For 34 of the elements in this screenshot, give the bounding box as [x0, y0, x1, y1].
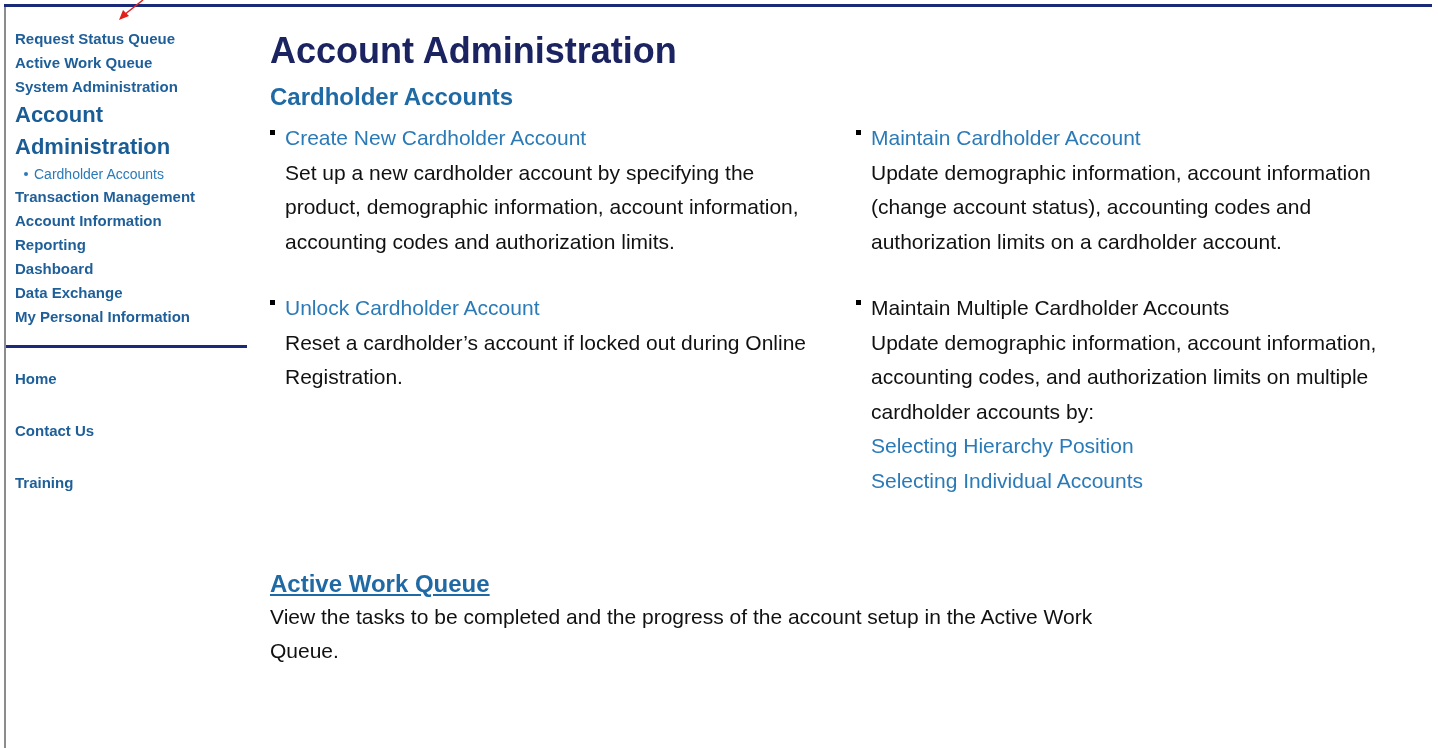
item-title-link[interactable]: Unlock Cardholder Account	[285, 291, 815, 326]
item-title: Maintain Multiple Cardholder Accounts	[871, 295, 1231, 321]
section-description: View the tasks to be completed and the progress of the account setup in the Active Work Queue.	[270, 604, 1094, 664]
sidebar-link[interactable]: Contact Us	[15, 419, 95, 443]
sidebar-link[interactable]: Training	[15, 471, 74, 495]
item-description: Update demographic information, account information (change account status), accounting codes and authorization limits on a cardholder account.	[871, 159, 1372, 255]
sidebar-item[interactable]: Reporting	[15, 233, 86, 257]
item-title-link[interactable]: Maintain Cardholder Account	[871, 121, 1401, 156]
item-description: Update demographic information, account information, accounting codes, and authorization limits on multiple cardholder accounts by:	[871, 329, 1378, 425]
page-title: Account Administration	[270, 29, 678, 73]
section-title: Cardholder Accounts	[270, 82, 515, 112]
sidebar-item[interactable]: Request Status Queue	[15, 27, 176, 51]
item-link[interactable]: Selecting Individual Accounts	[871, 463, 1401, 498]
sidebar-subitem[interactable]: Cardholder Accounts	[34, 163, 164, 185]
sidebar-item[interactable]: Data Exchange	[15, 281, 123, 305]
bullet-icon	[856, 130, 861, 135]
sidebar-item[interactable]: Account Administration	[15, 99, 215, 163]
item-link[interactable]: Selecting Hierarchy Position	[871, 429, 1401, 464]
item-title-link[interactable]: Create New Cardholder Account	[285, 121, 815, 156]
annotation-arrow	[119, 0, 144, 20]
sidebar-item[interactable]: System Administration	[15, 75, 178, 99]
bullet-icon	[270, 130, 275, 135]
sidebar-item[interactable]: Active Work Queue	[15, 51, 153, 75]
sidebar-item[interactable]: Account Information	[15, 209, 162, 233]
sidebar-item[interactable]: Transaction Management	[15, 185, 196, 209]
sidebar-item[interactable]: Dashboard	[15, 257, 94, 281]
sidebar-link[interactable]: Home	[15, 367, 57, 391]
section-link[interactable]: Active Work Queue	[270, 570, 490, 597]
bullet-icon	[270, 300, 275, 305]
item-description: Set up a new cardholder account by specifying the product, demographic information, account information, accounting codes and authorization limits.	[285, 159, 800, 255]
bullet-icon	[856, 300, 861, 305]
bullet-icon	[24, 172, 28, 176]
sidebar-item[interactable]: My Personal Information	[15, 305, 191, 329]
item-description: Reset a cardholder’s account if locked out during Online Registration.	[285, 329, 808, 390]
